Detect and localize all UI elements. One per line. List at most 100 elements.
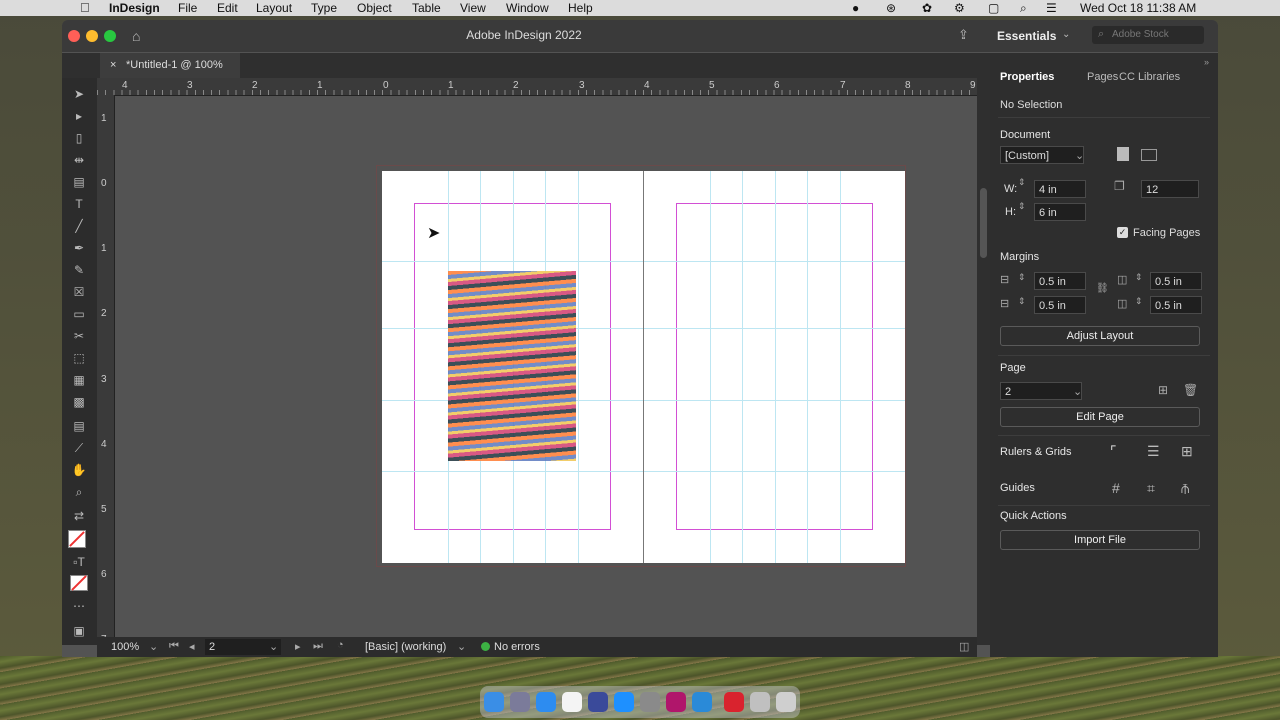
scrollbar-thumb[interactable] (980, 188, 987, 258)
margin-outside-field[interactable]: 0.5 in (1150, 296, 1202, 314)
edit-page-button[interactable]: Edit Page (1000, 407, 1200, 427)
screen-mode-icon[interactable]: ⋯ (70, 598, 88, 614)
vertical-ruler[interactable]: 1 0 1 2 3 4 5 6 7 (97, 95, 115, 645)
launchpad-icon[interactable] (510, 692, 530, 712)
stepper-icon[interactable]: ⇕ (1018, 177, 1026, 188)
stepper-icon[interactable]: ⇕ (1018, 201, 1026, 212)
baseline-grid-icon[interactable]: ☰ (1147, 443, 1160, 460)
link-margins-icon[interactable]: ⛓ (1096, 283, 1109, 294)
menu-table[interactable]: Table (412, 0, 441, 16)
menubar-clock[interactable]: Wed Oct 18 11:38 AM (1080, 0, 1196, 16)
hand-tool-icon[interactable]: ✋ (70, 462, 88, 478)
next-page-icon[interactable]: ▸ (295, 640, 301, 653)
selection-tool-icon[interactable]: ➤ (70, 86, 88, 102)
adjust-layout-button[interactable]: Adjust Layout (1000, 326, 1200, 346)
calendar-icon[interactable] (562, 692, 582, 712)
facing-pages-checkbox[interactable]: ✓ (1117, 227, 1128, 238)
menu-view[interactable]: View (460, 0, 486, 16)
placed-image[interactable] (448, 271, 576, 461)
margin-bottom-field[interactable]: 0.5 in (1034, 296, 1086, 314)
extension-icon[interactable]: ✿ (922, 0, 932, 16)
app-menu[interactable]: InDesign (109, 0, 160, 16)
scissors-tool-icon[interactable]: ✂ (70, 328, 88, 344)
gradient-swatch-tool-icon[interactable]: ▦ (70, 372, 88, 388)
app-store-icon[interactable] (614, 692, 634, 712)
preflight-errors[interactable]: No errors (494, 641, 540, 653)
stepper-icon[interactable]: ⇕ (1018, 296, 1026, 307)
record-icon[interactable]: ● (852, 0, 859, 16)
gap-tool-icon[interactable]: ⇹ (70, 152, 88, 168)
close-tab-icon[interactable]: × (110, 59, 116, 71)
settings-icon[interactable]: ⚙ (954, 0, 965, 16)
pen-tool-icon[interactable]: ✒ (70, 240, 88, 256)
content-collector-icon[interactable]: ▤ (70, 174, 88, 190)
menu-object[interactable]: Object (357, 0, 392, 16)
zoom-level[interactable]: 100% (111, 641, 139, 653)
creative-cloud-icon[interactable]: ⊛ (886, 0, 896, 16)
preflight-profile[interactable]: [Basic] (working) (365, 641, 446, 653)
delete-page-icon[interactable]: 🗑 (1183, 383, 1198, 397)
tab-properties[interactable]: Properties (1000, 71, 1054, 83)
direct-selection-tool-icon[interactable]: ▸ (70, 108, 88, 124)
add-page-icon[interactable]: ⊞ (1158, 383, 1168, 397)
page-tool-icon[interactable]: ▯ (70, 130, 88, 146)
split-view-icon[interactable]: ◫ (959, 640, 969, 653)
formatting-affects-container-icon[interactable]: ▫T (70, 554, 88, 570)
menu-help[interactable]: Help (568, 0, 593, 16)
note-tool-icon[interactable]: ▤ (70, 418, 88, 434)
open-document-icon[interactable]: ◔ (337, 639, 344, 651)
stepper-icon[interactable]: ⇕ (1135, 296, 1143, 307)
tab-cc-libraries[interactable]: CC Libraries (1119, 71, 1180, 83)
height-field[interactable]: 6 in (1034, 203, 1086, 221)
margin-top-field[interactable]: 0.5 in (1034, 272, 1086, 290)
landscape-orientation-icon[interactable] (1141, 149, 1157, 161)
gradient-feather-tool-icon[interactable]: ▩ (70, 394, 88, 410)
keynote-icon[interactable] (588, 692, 608, 712)
rectangle-frame-tool-icon[interactable]: ☒ (70, 284, 88, 300)
first-page-icon[interactable]: ⏮ (169, 640, 179, 653)
document-grid-icon[interactable]: ⊞ (1181, 443, 1193, 460)
archive-icon[interactable] (750, 692, 770, 712)
window-icon[interactable]: ▢ (988, 0, 999, 16)
page-right[interactable] (644, 171, 905, 563)
pencil-tool-icon[interactable]: ✎ (70, 262, 88, 278)
previous-page-icon[interactable]: ◂ (189, 640, 195, 653)
lock-guides-icon[interactable]: ⫚ (1181, 480, 1189, 497)
trash-icon[interactable] (776, 692, 796, 712)
fill-swatch[interactable] (68, 530, 86, 548)
menu-layout[interactable]: Layout (256, 0, 292, 16)
menu-type[interactable]: Type (311, 0, 337, 16)
page-select[interactable]: 2 ⌄ (1000, 382, 1082, 400)
rectangle-tool-icon[interactable]: ▭ (70, 306, 88, 322)
normal-mode-icon[interactable]: ▣ (70, 623, 88, 639)
document-tab[interactable]: × *Untitled-1 @ 100% (100, 53, 240, 78)
tab-pages[interactable]: Pages (1087, 71, 1118, 83)
stock-search-input[interactable]: ⌕ Adobe Stock (1092, 26, 1204, 44)
workspace-switcher[interactable]: Essentials (997, 29, 1056, 43)
line-tool-icon[interactable]: ╱ (70, 218, 88, 234)
control-center-icon[interactable]: ☰ (1046, 0, 1057, 16)
acrobat-icon[interactable] (724, 692, 744, 712)
quicktime-icon[interactable] (692, 692, 712, 712)
ruler-icon[interactable]: ⌜ (1110, 443, 1117, 460)
smart-guides-icon[interactable]: ⌗ (1147, 480, 1155, 497)
page-left[interactable]: ➤ (382, 171, 643, 563)
document-preset-select[interactable]: [Custom] ⌄ (1000, 146, 1084, 164)
apple-menu-icon[interactable]:  (80, 0, 90, 16)
menu-file[interactable]: File (178, 0, 197, 16)
menu-window[interactable]: Window (506, 0, 549, 16)
page-count-field[interactable]: 12 (1141, 180, 1199, 198)
finder-icon[interactable] (484, 692, 504, 712)
chevron-down-icon[interactable]: ⌄ (457, 640, 466, 653)
safari-icon[interactable] (536, 692, 556, 712)
margin-inside-field[interactable]: 0.5 in (1150, 272, 1202, 290)
indesign-icon[interactable] (666, 692, 686, 712)
page-number-field[interactable]: 2 ⌄ (205, 639, 281, 655)
last-page-icon[interactable]: ⏭ (313, 640, 323, 653)
apply-none-icon[interactable] (70, 575, 88, 591)
share-icon[interactable]: ⇪ (958, 27, 969, 43)
eyedropper-tool-icon[interactable]: ⟋ (70, 440, 88, 456)
zoom-tool-icon[interactable]: ⌕ (70, 484, 88, 500)
portrait-orientation-icon[interactable] (1117, 147, 1129, 161)
stepper-icon[interactable]: ⇕ (1135, 272, 1143, 283)
